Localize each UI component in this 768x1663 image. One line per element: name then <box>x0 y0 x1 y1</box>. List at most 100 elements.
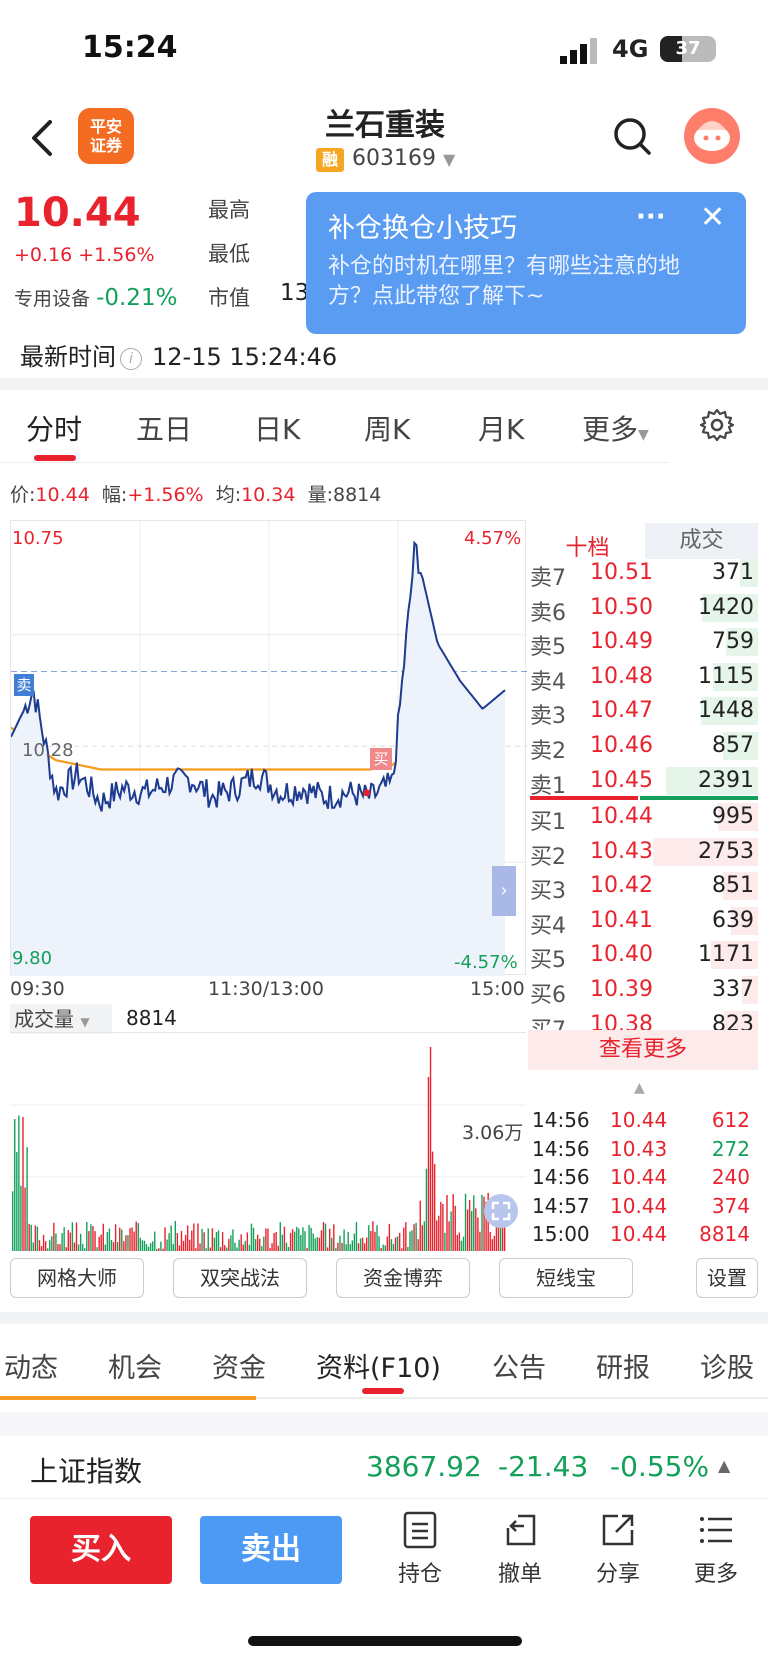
volume-bar <box>238 1239 240 1251</box>
undo-icon <box>506 1514 536 1546</box>
trade-price: 10.44 <box>610 1108 668 1132</box>
sell-marker[interactable]: 卖 <box>14 674 34 696</box>
level-price: 10.49 <box>590 629 653 655</box>
gear-icon[interactable] <box>700 408 734 442</box>
tab-daily-k[interactable]: 日K <box>254 408 300 448</box>
volume-bar <box>259 1238 261 1251</box>
trade-row: 15:00 10.44 8814 <box>532 1222 754 1250</box>
volume-bar <box>324 1223 327 1251</box>
ask-level-3[interactable]: 卖5 10.49 759 <box>530 625 758 660</box>
divider <box>0 1412 768 1436</box>
volume-bar <box>199 1243 201 1251</box>
share-button[interactable]: 分享 <box>578 1510 658 1588</box>
expand-arrow-icon[interactable]: › <box>492 866 516 916</box>
tab-five-day[interactable]: 五日 <box>136 408 192 448</box>
volume-bar <box>221 1232 224 1251</box>
tab-f10[interactable]: 资料(F10) <box>316 1346 441 1385</box>
volume-bar <box>396 1236 399 1251</box>
volume-bar <box>285 1242 288 1251</box>
volume-bar <box>201 1228 203 1251</box>
battery-icon: 37 <box>660 36 716 62</box>
sector-info[interactable]: 专用设备 -0.21% <box>14 284 177 311</box>
ask-level-6[interactable]: 卖2 10.46 857 <box>530 729 758 764</box>
tab-more[interactable]: 更多▼ <box>582 408 649 448</box>
intraday-chart[interactable] <box>10 520 527 976</box>
level-name: 买1 <box>530 810 566 835</box>
double-breakout-button[interactable]: 双突战法 <box>173 1258 307 1298</box>
assistant-avatar-icon[interactable] <box>684 108 740 164</box>
back-icon[interactable] <box>26 118 62 158</box>
sell-button[interactable]: 卖出 <box>200 1516 342 1584</box>
stock-code[interactable]: 603169 ▼ <box>352 146 455 171</box>
more-dots-icon[interactable]: ··· <box>636 202 666 232</box>
chevron-up-icon[interactable]: ▲ <box>718 1456 730 1475</box>
volume-bar <box>368 1225 370 1251</box>
info-icon[interactable]: i <box>120 348 142 370</box>
grid-master-button[interactable]: 网格大师 <box>10 1258 144 1298</box>
volume-bar <box>86 1222 88 1251</box>
volume-bar <box>333 1224 335 1251</box>
bid-level-6[interactable]: 买6 10.39 337 <box>530 973 758 1008</box>
volume-bar <box>119 1227 121 1251</box>
volume-bar <box>401 1248 403 1251</box>
tab-monthly-k[interactable]: 月K <box>478 408 524 448</box>
chart-info-line: 价:10.44 幅:+1.56% 均:10.34 量:8814 <box>10 484 382 506</box>
search-icon[interactable] <box>612 116 652 156</box>
ask-level-4[interactable]: 卖4 10.48 1115 <box>530 660 758 695</box>
volume-bar <box>464 1193 467 1251</box>
volume-bar <box>293 1231 296 1251</box>
tips-popup[interactable]: 补仓换仓小技巧 ··· ✕ 补仓的时机在哪里？有哪些注意的地方？点此带您了解下~ <box>306 192 746 334</box>
bid-level-7[interactable]: 买7 10.38 823 <box>530 1008 758 1030</box>
tab-opportunity[interactable]: 机会 <box>108 1346 162 1385</box>
trade-time: 14:56 <box>532 1136 590 1161</box>
bid-level-2[interactable]: 买2 10.43 2753 <box>530 835 758 870</box>
tab-news[interactable]: 动态 <box>4 1346 58 1385</box>
low-label: 最低 <box>208 242 250 266</box>
volume-bar <box>419 1200 421 1251</box>
ask-level-7[interactable]: 卖1 10.45 2391 <box>530 764 758 799</box>
tab-announcements[interactable]: 公告 <box>492 1346 546 1385</box>
volume-selector[interactable]: 成交量 ▼ <box>10 1004 112 1034</box>
bid-level-4[interactable]: 买4 10.41 639 <box>530 904 758 939</box>
tab-trades[interactable]: 成交 <box>645 523 758 559</box>
index-value: 3867.92 <box>366 1450 482 1483</box>
short-line-button[interactable]: 短线宝 <box>499 1258 633 1298</box>
chevron-up-icon[interactable]: ▲ <box>634 1080 645 1096</box>
volume-bar <box>139 1237 142 1251</box>
positions-button[interactable]: 持仓 <box>380 1510 460 1588</box>
ask-level-2[interactable]: 卖6 10.50 1420 <box>530 591 758 626</box>
tab-research[interactable]: 研报 <box>596 1346 650 1385</box>
pct-axis-top: 4.57% <box>464 528 522 549</box>
settings-button[interactable]: 设置 <box>696 1258 758 1298</box>
volume-bar <box>361 1237 364 1251</box>
volume-bar <box>24 1187 26 1251</box>
buy-button[interactable]: 买入 <box>30 1516 172 1584</box>
tab-indicator <box>34 455 76 461</box>
capital-game-button[interactable]: 资金博弈 <box>336 1258 470 1298</box>
volume-bar <box>328 1228 331 1251</box>
level-name: 卖4 <box>530 669 566 695</box>
fullscreen-icon[interactable] <box>484 1194 518 1228</box>
volume-bar <box>137 1223 139 1251</box>
ask-level-1[interactable]: 卖7 10.51 371 <box>530 556 758 591</box>
volume-bar <box>310 1227 312 1251</box>
bid-level-3[interactable]: 买3 10.42 851 <box>530 869 758 904</box>
volume-bar <box>234 1242 236 1251</box>
tab-weekly-k[interactable]: 周K <box>364 408 410 448</box>
volume-bar <box>147 1246 150 1251</box>
bid-level-1[interactable]: 买1 10.44 995 <box>530 800 758 835</box>
close-icon[interactable]: ✕ <box>700 200 725 235</box>
view-more-button[interactable]: 查看更多 <box>528 1030 758 1070</box>
buy-marker[interactable]: 买 <box>370 748 392 770</box>
volume-bar <box>121 1229 123 1251</box>
tab-capital[interactable]: 资金 <box>212 1346 266 1385</box>
level-volume: 1420 <box>698 594 754 620</box>
tab-diagnosis[interactable]: 诊股 <box>700 1346 754 1385</box>
bid-level-5[interactable]: 买5 10.40 1171 <box>530 938 758 973</box>
volume-bar <box>16 1152 18 1251</box>
ask-level-5[interactable]: 卖3 10.47 1448 <box>530 694 758 729</box>
tab-intraday[interactable]: 分时 <box>26 408 82 448</box>
more-button[interactable]: 更多 <box>676 1510 756 1588</box>
cancel-order-button[interactable]: 撤单 <box>480 1510 560 1588</box>
volume-bar <box>279 1222 281 1251</box>
